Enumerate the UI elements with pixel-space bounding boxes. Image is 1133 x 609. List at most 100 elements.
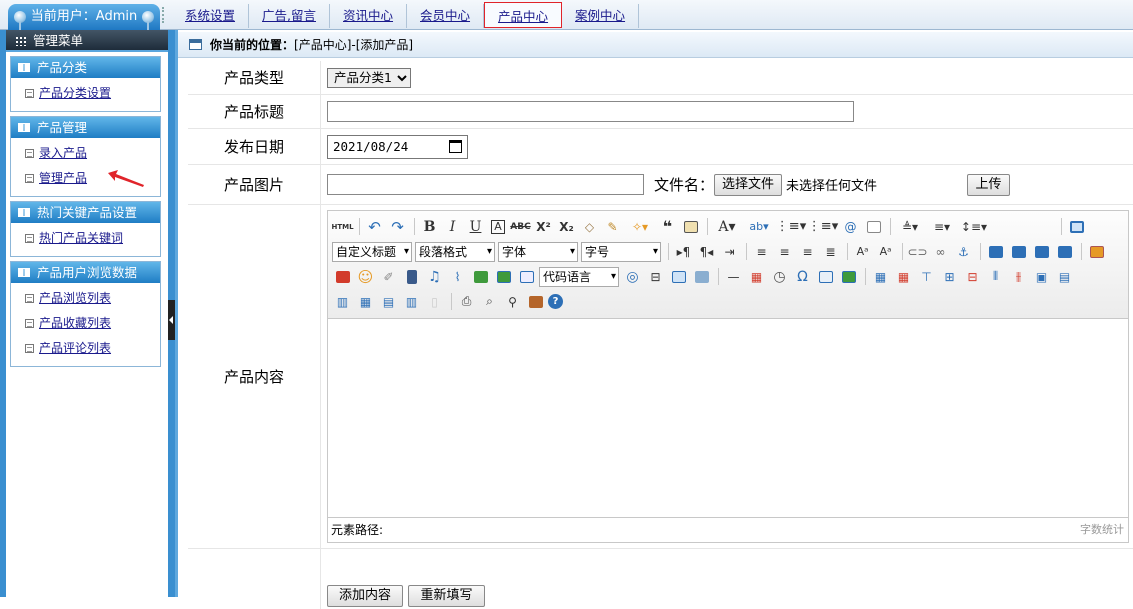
align-justify-icon[interactable]: ≣ xyxy=(820,242,841,262)
unordered-list-icon[interactable]: ⋮≡▾ xyxy=(808,217,838,237)
search-replace-icon[interactable]: ⚲ xyxy=(502,292,523,312)
web-app-icon[interactable]: ◎ xyxy=(622,267,643,287)
insert-code-icon[interactable] xyxy=(516,267,537,287)
chart-icon[interactable]: ▯ xyxy=(424,292,445,312)
delete-table-icon[interactable]: ▦ xyxy=(893,267,914,287)
row-spacing-bottom-icon[interactable]: ≡▾ xyxy=(927,217,957,237)
line-height-icon[interactable]: ↕≡▾ xyxy=(959,217,989,237)
image-path-input[interactable] xyxy=(327,174,644,195)
blockquote-icon[interactable]: ❝ xyxy=(657,217,678,237)
insert-col-icon[interactable]: ⫴ xyxy=(985,267,1006,287)
split-to-cols-icon[interactable]: ▥ xyxy=(401,292,422,312)
to-uppercase-icon[interactable]: Aᵃ xyxy=(852,242,873,262)
attachment-icon[interactable]: ⌇ xyxy=(447,267,468,287)
snapscreen-icon[interactable] xyxy=(815,267,836,287)
type-select[interactable]: 产品分类1 xyxy=(327,67,411,88)
gmap-icon[interactable] xyxy=(493,267,514,287)
row-spacing-top-icon[interactable]: ≜▾ xyxy=(895,217,925,237)
nav-system-settings[interactable]: 系统设置 xyxy=(172,4,250,28)
image-left-icon[interactable] xyxy=(1008,242,1029,262)
wordimage-icon[interactable] xyxy=(838,267,859,287)
sidebar-item-category-settings[interactable]: 产品分类设置 xyxy=(11,81,160,106)
align-right-icon[interactable]: ≡ xyxy=(797,242,818,262)
group-title[interactable]: 产品管理 xyxy=(11,117,160,138)
nav-news-center[interactable]: 资讯中心 xyxy=(330,4,408,28)
font-size-select[interactable]: 字号 xyxy=(581,241,661,262)
insert-row-icon[interactable]: ⊞ xyxy=(939,267,960,287)
merge-down-icon[interactable]: ▥ xyxy=(332,292,353,312)
choose-file-button[interactable]: 选择文件 xyxy=(714,173,783,196)
unlink-icon[interactable]: ∞ xyxy=(930,242,951,262)
submit-button[interactable]: 添加内容 xyxy=(327,585,403,607)
music-icon[interactable]: ♫ xyxy=(424,267,445,287)
anchor-icon[interactable]: ⚓ xyxy=(953,242,974,262)
title-input[interactable] xyxy=(327,101,854,122)
sidebar-item-comments-list[interactable]: 产品评论列表 xyxy=(11,336,160,361)
nav-product-center[interactable]: 产品中心 xyxy=(484,2,563,28)
redo-icon[interactable]: ↷ xyxy=(387,217,408,237)
editor-content-area[interactable] xyxy=(328,319,1128,516)
indent-icon[interactable]: ⇥ xyxy=(719,242,740,262)
nav-member-center[interactable]: 会员中心 xyxy=(407,4,485,28)
select-all-icon[interactable]: @ xyxy=(840,217,861,237)
paste-plain-icon[interactable] xyxy=(680,217,701,237)
fullscreen-icon[interactable] xyxy=(1066,217,1087,237)
link-icon[interactable]: ⊂⊃ xyxy=(907,242,928,262)
image-right-icon[interactable] xyxy=(1031,242,1052,262)
help-icon[interactable]: ? xyxy=(548,294,563,309)
insert-table-icon[interactable]: ▦ xyxy=(870,267,891,287)
scrawl-icon[interactable]: ✐ xyxy=(378,267,399,287)
clear-document-icon[interactable] xyxy=(863,217,884,237)
group-title[interactable]: 产品分类 xyxy=(11,57,160,78)
sidebar-collapse-handle[interactable] xyxy=(168,300,175,340)
insert-image-icon[interactable] xyxy=(1086,242,1107,262)
page-break-icon[interactable]: ⊟ xyxy=(645,267,666,287)
calendar-icon[interactable] xyxy=(449,139,462,153)
code-language-select[interactable]: 代码语言 xyxy=(539,266,619,287)
nav-case-center[interactable]: 案例中心 xyxy=(562,4,640,28)
special-chars-icon[interactable]: Ω xyxy=(792,267,813,287)
merge-right-icon[interactable]: ▤ xyxy=(1054,267,1075,287)
sidebar-item-add-product[interactable]: 录入产品 xyxy=(11,141,160,166)
italic-icon[interactable]: I xyxy=(442,217,463,237)
insert-video-icon[interactable] xyxy=(401,267,422,287)
to-lowercase-icon[interactable]: Aᵃ xyxy=(875,242,896,262)
split-to-rows-icon[interactable]: ▤ xyxy=(378,292,399,312)
merge-cells-icon[interactable]: ▣ xyxy=(1031,267,1052,287)
group-title[interactable]: 产品用户浏览数据 xyxy=(11,262,160,283)
nav-ads-messages[interactable]: 广告,留言 xyxy=(249,4,330,28)
sidebar-item-browse-list[interactable]: 产品浏览列表 xyxy=(11,286,160,311)
reset-button[interactable]: 重新填写 xyxy=(408,585,485,607)
background-icon[interactable] xyxy=(691,267,712,287)
undo-icon[interactable]: ↶ xyxy=(364,217,385,237)
html-source-icon[interactable]: HTML xyxy=(331,217,353,237)
superscript-icon[interactable]: X² xyxy=(533,217,554,237)
upload-button[interactable]: 上传 xyxy=(967,173,1011,196)
align-center-icon[interactable]: ≡ xyxy=(774,242,795,262)
date-icon[interactable]: ▦ xyxy=(746,267,767,287)
template-icon[interactable] xyxy=(668,267,689,287)
magic-wand-icon[interactable]: ✧▾ xyxy=(625,217,655,237)
rtl-icon[interactable]: ¶◂ xyxy=(696,242,717,262)
bold-icon[interactable]: B xyxy=(419,217,440,237)
sidebar-item-hot-keywords[interactable]: 热门产品关键词 xyxy=(11,226,160,251)
split-to-cells-icon[interactable]: ▦ xyxy=(355,292,376,312)
sidebar-item-favorites-list[interactable]: 产品收藏列表 xyxy=(11,311,160,336)
horizontal-rule-icon[interactable]: — xyxy=(723,267,744,287)
insert-paragraph-before-table-icon[interactable]: ⊤ xyxy=(916,267,937,287)
background-color-icon[interactable]: ab▾ xyxy=(744,217,774,237)
group-title[interactable]: 热门关键产品设置 xyxy=(11,202,160,223)
eraser-icon[interactable]: ◇ xyxy=(579,217,600,237)
border-text-icon[interactable]: A xyxy=(491,219,505,234)
ordered-list-icon[interactable]: ⋮≡▾ xyxy=(776,217,806,237)
delete-col-icon[interactable]: ⫵ xyxy=(1008,267,1029,287)
emotion-icon[interactable]: ☺ xyxy=(355,267,376,287)
print-icon[interactable]: ⎙ xyxy=(456,292,477,312)
image-center-icon[interactable] xyxy=(1054,242,1075,262)
ltr-icon[interactable]: ▸¶ xyxy=(673,242,694,262)
subscript-icon[interactable]: X₂ xyxy=(556,217,577,237)
date-input[interactable]: 2021/08/24 xyxy=(327,134,468,159)
image-none-icon[interactable] xyxy=(985,242,1006,262)
format-brush-icon[interactable]: ✎ xyxy=(602,217,623,237)
custom-title-select[interactable]: 自定义标题 xyxy=(332,241,412,262)
